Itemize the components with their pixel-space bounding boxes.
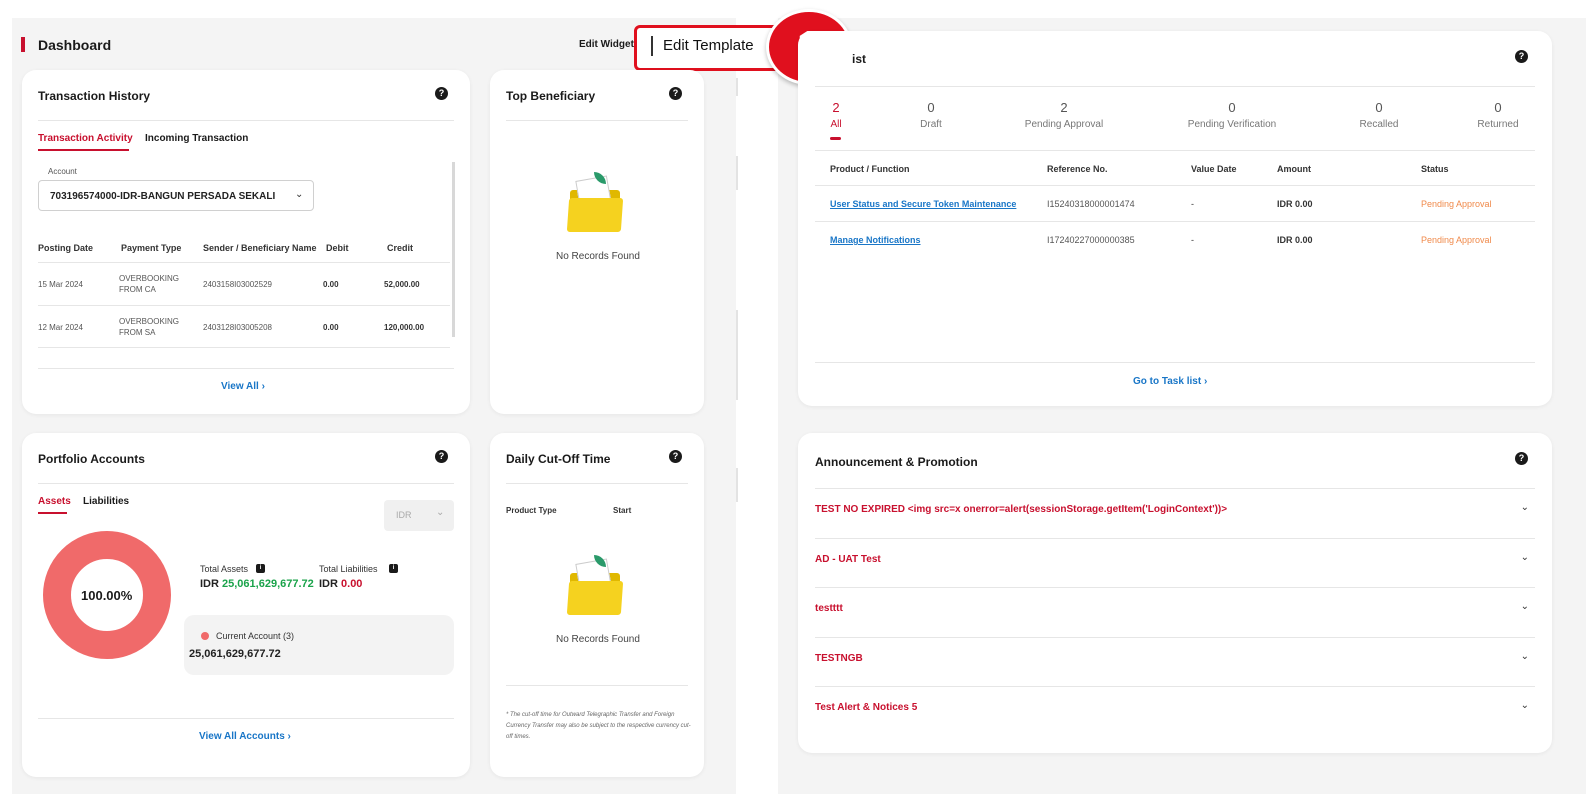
info-icon[interactable]: i (389, 564, 398, 573)
announcement-item[interactable]: AD - UAT Test ⌄ (815, 538, 1535, 587)
task-tab-label: Pending Verification (1187, 119, 1277, 130)
task-tab-returned[interactable]: 0 Returned (1438, 100, 1558, 130)
announcement-item[interactable]: testttt ⌄ (815, 587, 1535, 636)
task-product-link[interactable]: Manage Notifications (830, 235, 921, 245)
cutoff-note: * The cut-off time for Outward Telegraph… (506, 712, 691, 740)
col-product-function: Product / Function (830, 164, 910, 174)
col-debit: Debit (326, 243, 349, 253)
announcement-item-title: TESTNGB (815, 652, 863, 664)
task-tab-label: Draft (920, 119, 942, 130)
currency-select[interactable]: IDR ⌄ (384, 500, 454, 531)
task-tab-count: 0 (1494, 100, 1502, 115)
top-beneficiary-card (490, 70, 704, 414)
help-icon[interactable]: ? (435, 450, 448, 463)
task-tab-draft[interactable]: 0 Draft (871, 100, 991, 130)
account-label: Account (48, 167, 77, 176)
tab-liabilities[interactable]: Liabilities (83, 496, 129, 507)
view-all-transactions-link[interactable]: View All › (221, 381, 265, 392)
scrollbar[interactable] (452, 162, 455, 337)
chevron-down-icon: ⌄ (436, 507, 445, 518)
donut-center-label: 100.00% (81, 588, 133, 603)
announcement-item-title: testttt (815, 603, 843, 614)
task-list-card (798, 31, 1552, 406)
task-tab-count: 0 (1375, 100, 1383, 115)
chevron-down-icon[interactable]: ⌄ (1521, 651, 1529, 662)
total-liabilities-value: IDR 0.00 (319, 578, 363, 590)
chevron-down-icon[interactable]: ⌄ (1521, 700, 1529, 711)
portfolio-accounts-title: Portfolio Accounts (38, 452, 145, 466)
current-account-value: 25,061,629,677.72 (189, 648, 281, 660)
empty-folder-icon (566, 555, 624, 615)
col-sender-name: Sender / Beneficiary Name (203, 243, 317, 253)
tab-assets[interactable]: Assets (38, 496, 71, 507)
account-select-value: 703196574000-IDR-BANGUN PERSADA SEKALI (50, 191, 276, 202)
chevron-down-icon[interactable]: ⌄ (1521, 552, 1529, 563)
help-icon[interactable]: ? (1515, 50, 1528, 63)
daily-cutoff-title: Daily Cut-Off Time (506, 452, 611, 466)
col-amount: Amount (1277, 164, 1311, 174)
col-reference-no: Reference No. (1047, 164, 1108, 174)
chevron-down-icon: ⌄ (295, 189, 304, 200)
announcement-item[interactable]: TEST NO EXPIRED <img src=x onerror=alert… (815, 488, 1535, 537)
task-tab-label: Pending Approval (1024, 119, 1104, 130)
announcement-item-title: TEST NO EXPIRED <img src=x onerror=alert… (815, 504, 1228, 515)
task-tab-label: Returned (1477, 119, 1519, 130)
task-tab-count: 2 (1060, 100, 1068, 115)
task-product-link[interactable]: User Status and Secure Token Maintenance (830, 199, 1016, 209)
chevron-down-icon[interactable]: ⌄ (1521, 502, 1529, 513)
col-product-type: Product Type (506, 506, 557, 515)
col-credit: Credit (387, 243, 414, 253)
help-icon[interactable]: ? (435, 87, 448, 100)
status-badge: Pending Approval (1421, 199, 1492, 209)
help-icon[interactable]: ? (669, 87, 682, 100)
top-beneficiary-title: Top Beneficiary (506, 89, 596, 103)
task-tab-count: 0 (1228, 100, 1236, 115)
dashboard-title-accent (21, 37, 25, 52)
chevron-down-icon[interactable]: ⌄ (1521, 601, 1529, 612)
col-payment-type: Payment Type (121, 243, 182, 253)
help-icon[interactable]: ? (1515, 452, 1528, 465)
page-title: Dashboard (38, 37, 112, 53)
current-account-box[interactable]: Current Account (3) 25,061,629,677.72 (184, 615, 454, 675)
task-tab-pending-verification[interactable]: 0 Pending Verification (1172, 100, 1292, 130)
current-account-label: Current Account (3) (216, 631, 295, 641)
task-tab-count: 0 (927, 100, 935, 115)
announcement-title: Announcement & Promotion (815, 455, 978, 469)
task-tab-recalled[interactable]: 0 Recalled (1319, 100, 1439, 130)
total-assets-value: IDR 25,061,629,677.72 (200, 578, 314, 590)
active-tab-indicator (830, 137, 841, 140)
task-tab-label: Recalled (1359, 119, 1399, 130)
column-gap (736, 18, 778, 794)
announcement-item-title: Test Alert & Notices 5 (815, 702, 918, 713)
empty-folder-icon (566, 172, 624, 232)
transaction-history-title: Transaction History (38, 89, 151, 103)
task-tab-pending-approval[interactable]: 2 Pending Approval (1004, 100, 1124, 130)
edit-widget-link[interactable]: Edit Widget (579, 39, 634, 50)
account-select[interactable]: 703196574000-IDR-BANGUN PERSADA SEKALI ⌄ (38, 180, 314, 211)
empty-state-text: No Records Found (556, 634, 640, 645)
empty-state-text: No Records Found (556, 251, 640, 262)
go-to-task-list-link[interactable]: Go to Task list › (1133, 376, 1207, 387)
help-icon[interactable]: ? (669, 450, 682, 463)
legend-dot (201, 632, 209, 640)
task-list-title: ist (852, 52, 867, 66)
total-assets-label: Total Assets (200, 564, 249, 574)
transaction-history-card (22, 70, 470, 414)
edit-template-link[interactable]: Edit Template (663, 37, 754, 54)
col-value-date: Value Date (1191, 164, 1237, 174)
tab-incoming-transaction[interactable]: Incoming Transaction (145, 133, 248, 144)
info-icon[interactable]: i (256, 564, 265, 573)
total-liabilities-label: Total Liabilities (319, 564, 378, 574)
status-badge: Pending Approval (1421, 235, 1492, 245)
announcement-item-title: AD - UAT Test (815, 553, 881, 565)
col-status: Status (1421, 164, 1449, 174)
announcement-item[interactable]: Test Alert & Notices 5 ⌄ (815, 686, 1535, 735)
col-start: Start (613, 506, 632, 515)
view-all-accounts-link[interactable]: View All Accounts › (199, 731, 291, 742)
col-posting-date: Posting Date (38, 243, 94, 253)
announcement-item[interactable]: TESTNGB ⌄ (815, 637, 1535, 686)
tab-transaction-activity[interactable]: Transaction Activity (38, 133, 133, 144)
